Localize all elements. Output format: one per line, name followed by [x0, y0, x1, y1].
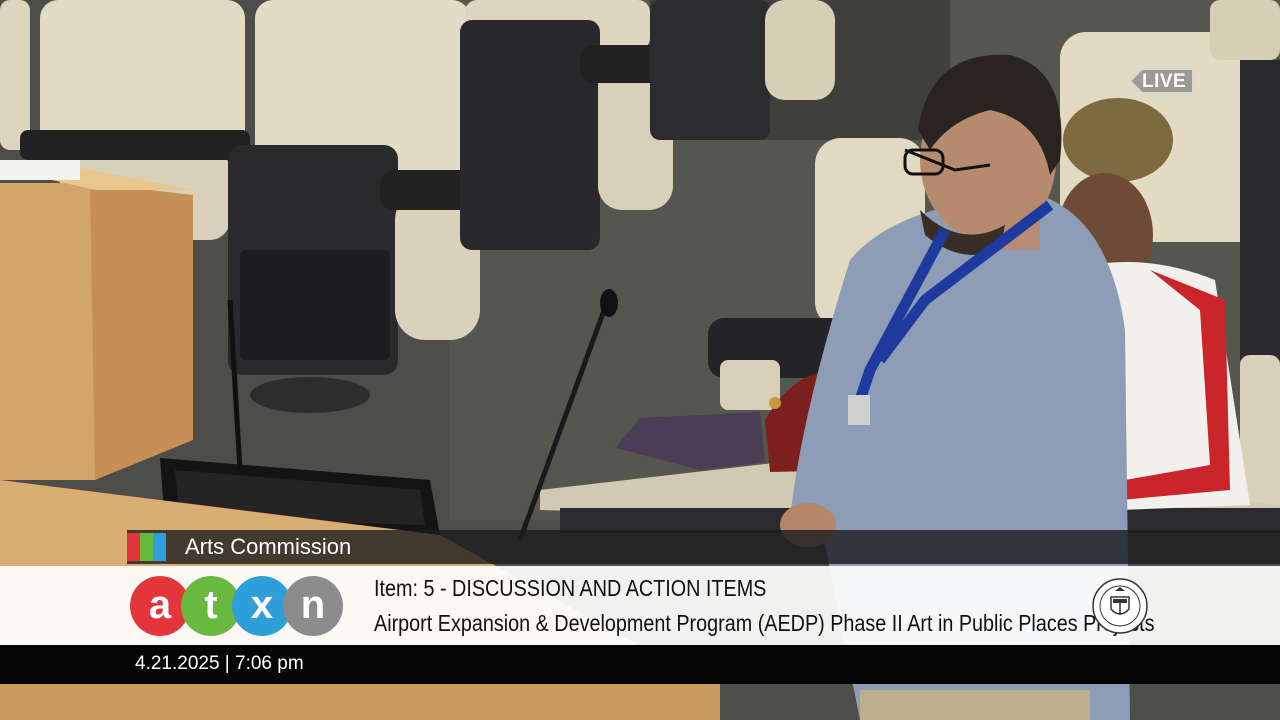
- commission-name: Arts Commission: [185, 534, 352, 559]
- date-bar: 4.21.2025 | 7:06 pm: [0, 645, 1280, 684]
- accent-stripe-red: [127, 533, 140, 561]
- logo-letter-n: n: [283, 576, 343, 636]
- accent-stripe-green: [140, 533, 153, 561]
- atxn-logo: a t x n: [130, 576, 346, 636]
- agenda-item-subject: Airport Expansion & Development Program …: [374, 610, 1155, 636]
- agenda-info-panel: a t x n Item: 5 - DISCUSSION AND ACTION …: [0, 566, 1280, 645]
- auditorium-chair: [0, 0, 30, 150]
- commission-bar: Arts Commission: [127, 530, 1280, 564]
- city-seal-icon: [1092, 578, 1148, 634]
- agenda-item-title: Item: 5 - DISCUSSION AND ACTION ITEMS: [374, 575, 767, 601]
- lectern: [0, 160, 193, 480]
- live-badge: LIVE: [1127, 69, 1193, 94]
- live-label: LIVE: [1142, 71, 1187, 92]
- timestamp: 4.21.2025 | 7:06 pm: [135, 653, 304, 674]
- accent-stripes: [127, 530, 167, 564]
- accent-stripe-blue: [153, 533, 166, 561]
